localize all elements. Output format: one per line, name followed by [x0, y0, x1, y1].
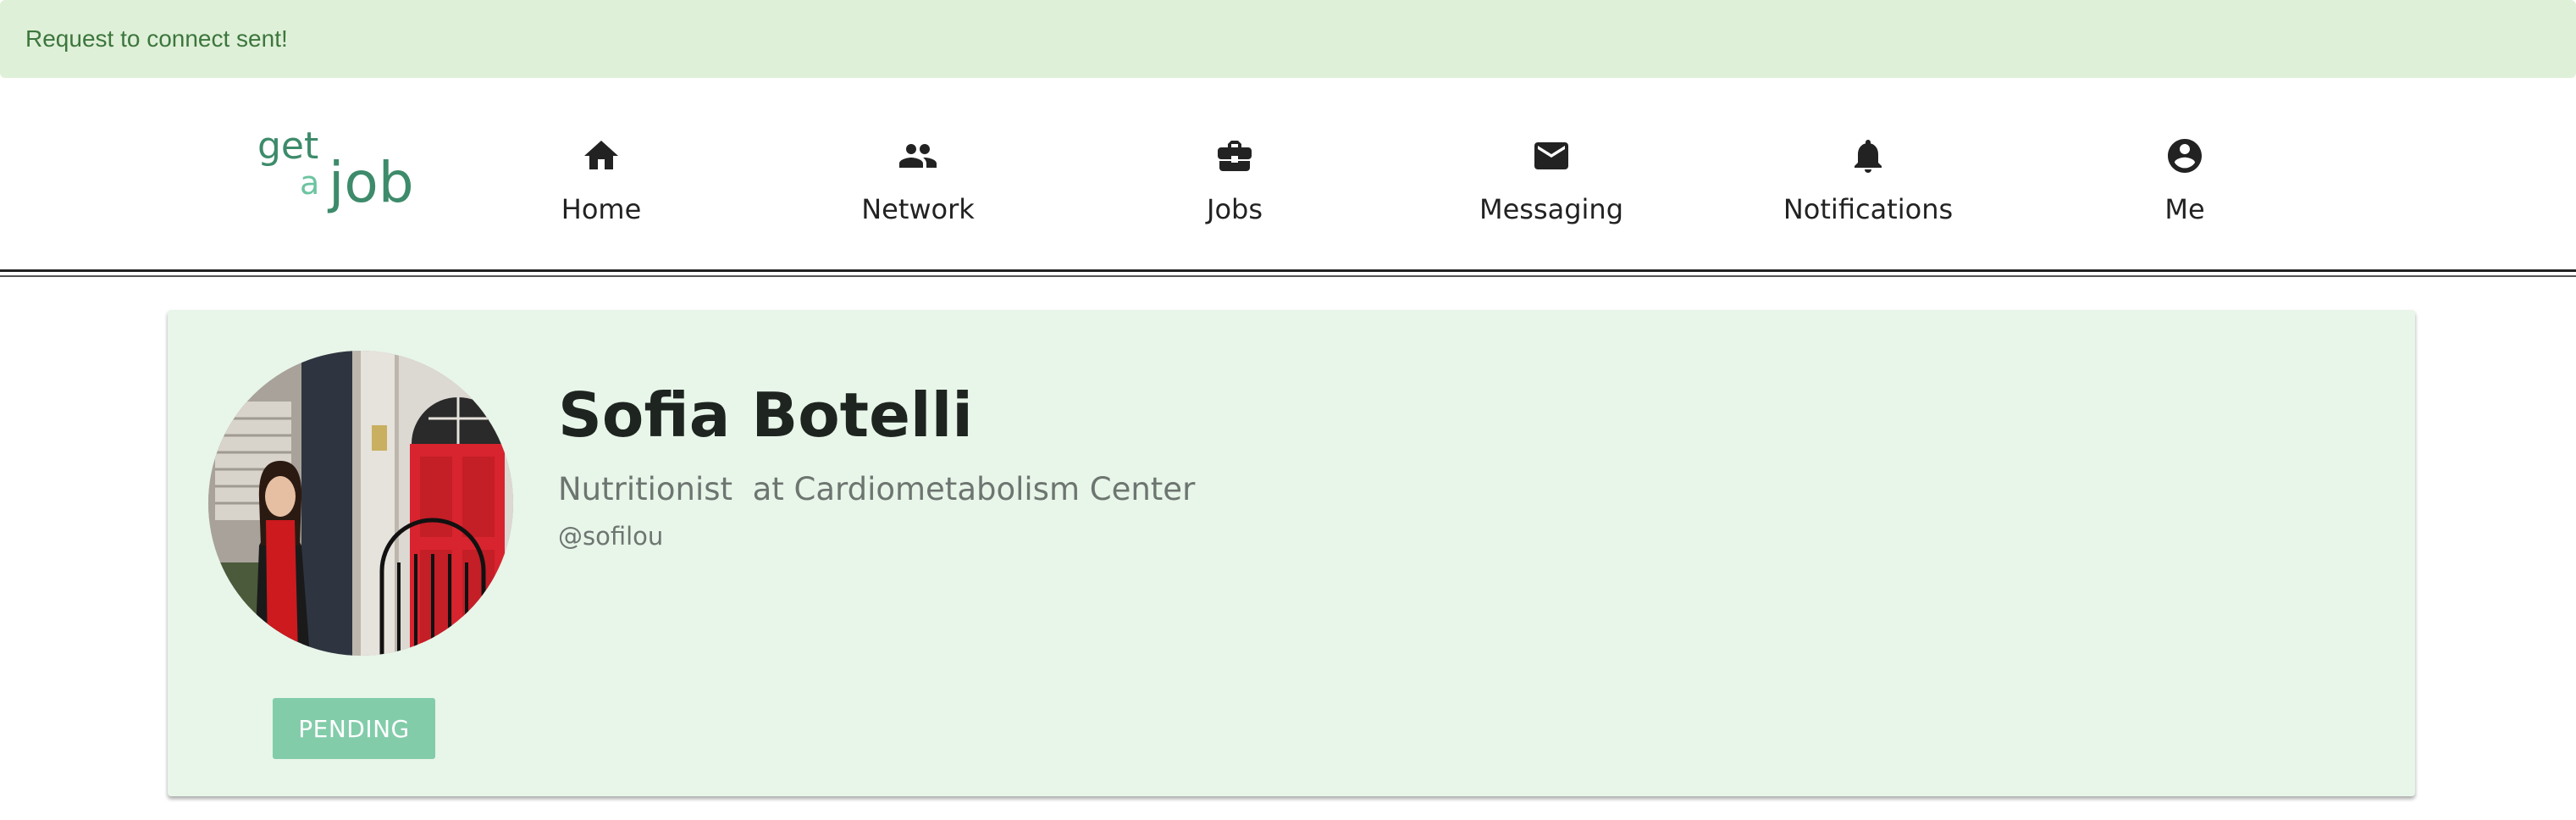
logo-word-a: a [300, 164, 320, 202]
brand-logo[interactable]: get a job [254, 125, 423, 220]
nav-item-notifications[interactable]: Notifications [1766, 136, 1970, 246]
pending-connection-button[interactable]: PENDING [273, 698, 435, 759]
nav-item-messaging[interactable]: Messaging [1450, 136, 1653, 246]
people-icon [898, 136, 938, 176]
logo-word-job: job [329, 150, 414, 215]
profile-avatar[interactable] [208, 351, 513, 656]
logo-word-get: get [257, 125, 319, 168]
nav-label-me: Me [2164, 193, 2205, 225]
nav-item-network[interactable]: Network [816, 136, 1020, 246]
nav-label-jobs: Jobs [1207, 193, 1263, 225]
notification-banner: Request to connect sent! [0, 0, 2576, 78]
account-circle-icon [2164, 136, 2205, 176]
home-icon [581, 136, 622, 176]
profile-photo [208, 351, 513, 656]
profile-handle: @sofilou [558, 522, 664, 551]
nav-item-me[interactable]: Me [2083, 136, 2286, 246]
briefcase-icon [1214, 136, 1255, 176]
profile-card: Sofia Botelli Nutritionist at Cardiometa… [168, 310, 2415, 796]
navbar-divider [0, 269, 2576, 272]
nav-item-jobs[interactable]: Jobs [1133, 136, 1336, 246]
profile-title: Nutritionist at Cardiometabolism Center [558, 471, 1196, 507]
nav-label-messaging: Messaging [1479, 193, 1624, 225]
envelope-icon [1531, 136, 1572, 176]
navbar-divider-secondary [0, 275, 2576, 277]
nav-item-home[interactable]: Home [500, 136, 703, 246]
nav-label-notifications: Notifications [1783, 193, 1954, 225]
nav-label-network: Network [861, 193, 975, 225]
notification-message: Request to connect sent! [25, 25, 288, 52]
bell-icon [1848, 136, 1888, 176]
profile-name: Sofia Botelli [558, 380, 973, 451]
nav-label-home: Home [561, 193, 642, 225]
